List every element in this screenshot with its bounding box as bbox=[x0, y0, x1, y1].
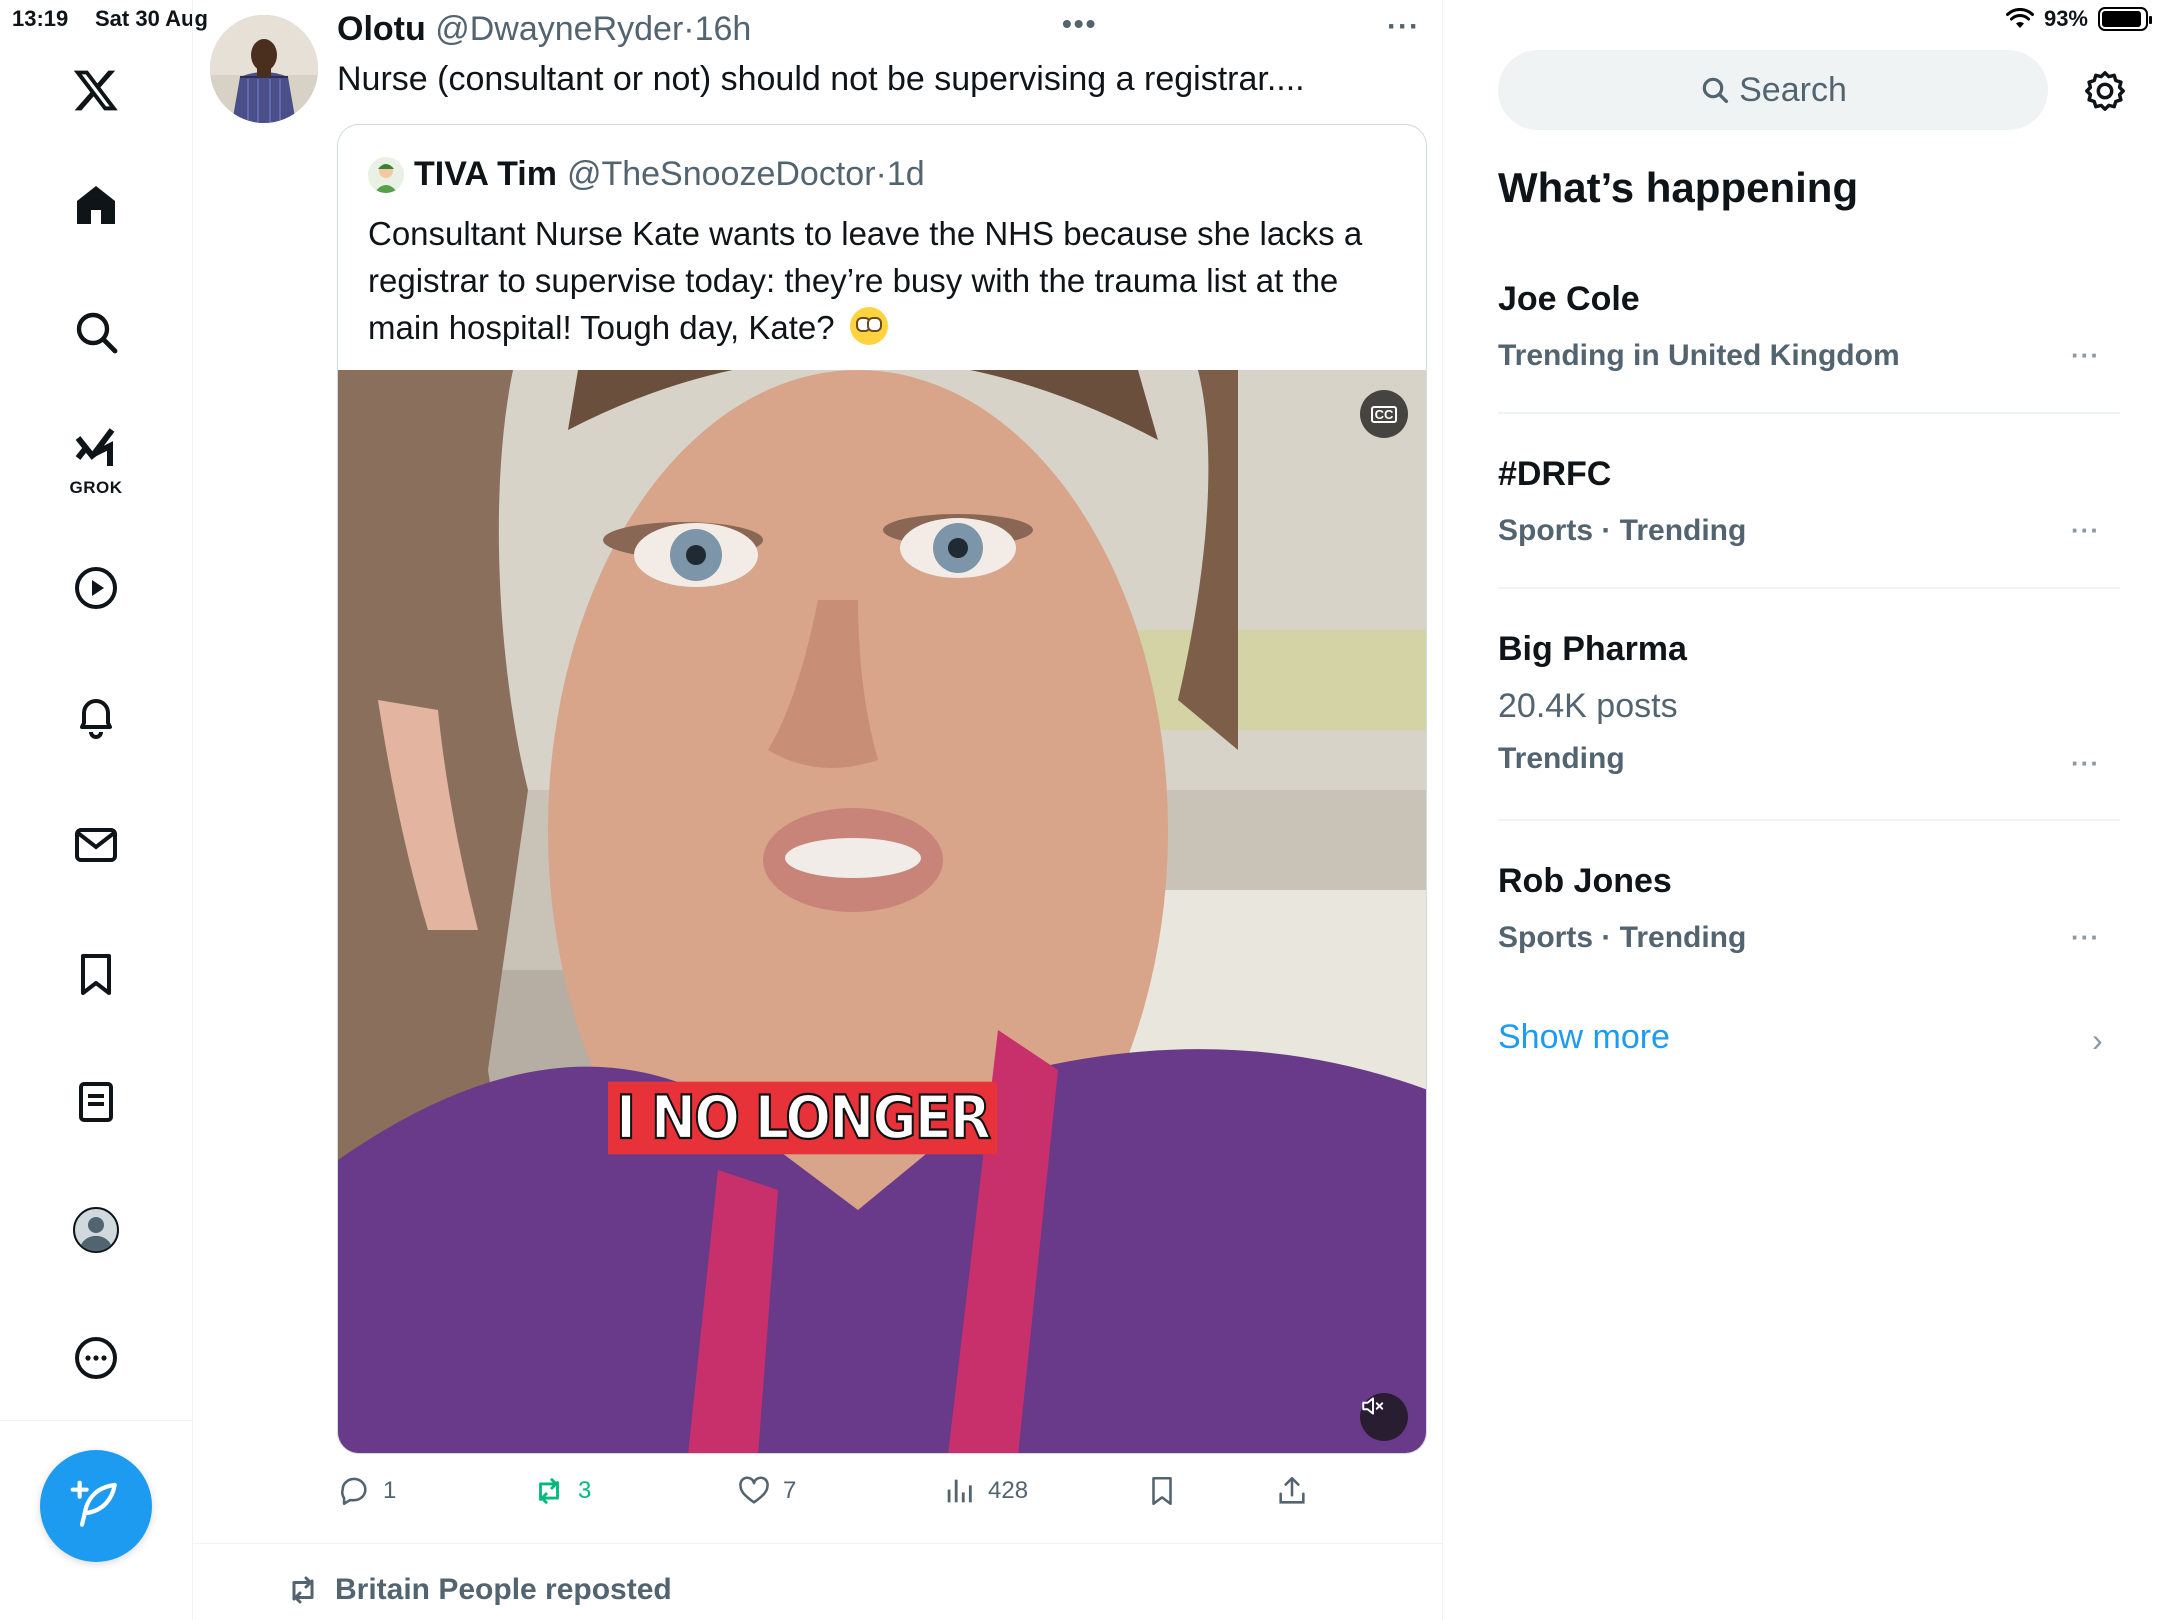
video-frame bbox=[338, 370, 1426, 1453]
trend-more-button[interactable]: ··· bbox=[2071, 922, 2100, 953]
trend-subtitle: Trending bbox=[1498, 742, 1625, 775]
quoted-author-name[interactable]: TIVA Tim bbox=[414, 155, 557, 194]
status-indicators: 93% bbox=[2005, 6, 2152, 32]
search-icon[interactable] bbox=[66, 302, 126, 362]
bookmark-action-icon bbox=[1152, 1476, 1172, 1506]
author-name[interactable]: Olotu bbox=[337, 10, 426, 48]
tweet-actions: 1 3 7 428 bbox=[337, 1474, 1427, 1518]
avatar[interactable] bbox=[210, 15, 318, 123]
trend-more-button[interactable]: ··· bbox=[2071, 340, 2100, 371]
repost-icon bbox=[539, 1478, 559, 1504]
tweet-text: Nurse (consultant or not) should not be … bbox=[337, 60, 1305, 98]
heart-icon bbox=[739, 1476, 769, 1504]
views-button[interactable]: 428 bbox=[942, 1474, 1028, 1508]
share-icon bbox=[1279, 1476, 1305, 1504]
gear-icon[interactable] bbox=[2082, 68, 2128, 114]
repost-button[interactable]: 3 bbox=[532, 1474, 591, 1508]
more-circle-icon[interactable] bbox=[66, 1328, 126, 1388]
search-placeholder: Search bbox=[1739, 70, 1847, 109]
battery-icon bbox=[2098, 7, 2152, 31]
trend-item[interactable]: Rob Jones Sports · Trending ··· bbox=[1498, 862, 2120, 966]
bell-icon[interactable] bbox=[66, 687, 126, 747]
eye-roll-emoji-icon bbox=[849, 307, 888, 345]
trend-title: Big Pharma bbox=[1498, 630, 1687, 668]
speaker-muted-icon bbox=[1362, 1397, 1384, 1415]
trend-more-button[interactable]: ··· bbox=[2071, 515, 2100, 546]
reply-button[interactable]: 1 bbox=[337, 1474, 396, 1508]
share-button[interactable] bbox=[1275, 1474, 1309, 1508]
repost-context-label: Britain People reposted bbox=[335, 1573, 672, 1606]
timeline: Olotu @DwayneRyder·16h ··· Nurse (consul… bbox=[193, 0, 1443, 1620]
tweet-header: Olotu @DwayneRyder·16h bbox=[337, 10, 751, 49]
author-handle[interactable]: @DwayneRyder bbox=[435, 10, 683, 48]
left-nav: GROK bbox=[0, 0, 193, 1620]
section-title: What’s happening bbox=[1498, 164, 1859, 211]
quoted-separator-dot: · bbox=[875, 155, 887, 193]
video-player[interactable]: CC I NO LONGER bbox=[338, 370, 1426, 1453]
profile-icon[interactable] bbox=[66, 1200, 126, 1260]
like-count: 7 bbox=[783, 1477, 797, 1504]
trend-title: #DRFC bbox=[1498, 455, 1612, 493]
search-input-icon bbox=[1702, 77, 1729, 104]
show-more-link[interactable]: Show more bbox=[1498, 1018, 1670, 1057]
nav-divider bbox=[0, 1420, 193, 1421]
bookmark-icon[interactable] bbox=[66, 944, 126, 1004]
quoted-header: TIVA Tim @TheSnoozeDoctor·1d bbox=[368, 155, 925, 194]
trend-subtitle: Sports · Trending bbox=[1498, 514, 1747, 547]
repost-count: 3 bbox=[578, 1477, 592, 1504]
trend-more-button[interactable]: ··· bbox=[2071, 748, 2100, 779]
notes-icon[interactable] bbox=[66, 1072, 126, 1132]
separator-dot: · bbox=[683, 10, 695, 48]
wifi-icon bbox=[2005, 8, 2034, 28]
video-caption: I NO LONGER bbox=[608, 1081, 998, 1155]
grok-icon[interactable] bbox=[66, 420, 126, 480]
mute-button[interactable] bbox=[1360, 1393, 1408, 1441]
repost-context-icon bbox=[292, 1576, 314, 1604]
quoted-avatar[interactable] bbox=[368, 156, 404, 193]
mail-icon[interactable] bbox=[66, 815, 126, 875]
compose-feather-icon bbox=[70, 1480, 117, 1527]
trend-item[interactable]: Joe Cole Trending in United Kingdom ··· bbox=[1498, 280, 2120, 414]
compose-button[interactable] bbox=[40, 1450, 152, 1562]
trend-subtitle: Trending in United Kingdom bbox=[1498, 339, 1900, 372]
bookmark-button[interactable] bbox=[1145, 1474, 1179, 1508]
quoted-text-block: Consultant Nurse Kate wants to leave the… bbox=[368, 210, 1408, 351]
battery-percent: 93% bbox=[2043, 6, 2088, 31]
reply-count: 1 bbox=[383, 1477, 397, 1504]
captions-button[interactable]: CC bbox=[1360, 390, 1408, 438]
grok-label: GROK bbox=[69, 478, 123, 497]
x-logo-icon[interactable] bbox=[66, 60, 126, 120]
home-icon[interactable] bbox=[66, 175, 126, 235]
captions-label: CC bbox=[1370, 405, 1398, 423]
view-count: 428 bbox=[988, 1477, 1029, 1504]
chevron-right-icon: › bbox=[2092, 1022, 2103, 1058]
trend-item[interactable]: Big Pharma 20.4K posts Trending ··· bbox=[1498, 630, 2120, 821]
tweet-more-button[interactable]: ··· bbox=[1387, 10, 1420, 44]
reply-icon bbox=[341, 1477, 367, 1506]
quoted-author-handle[interactable]: @TheSnoozeDoctor bbox=[567, 155, 876, 193]
like-button[interactable]: 7 bbox=[737, 1474, 796, 1508]
views-chart-icon bbox=[947, 1479, 972, 1503]
video-play-icon[interactable] bbox=[66, 558, 126, 618]
quoted-tweet[interactable]: TIVA Tim @TheSnoozeDoctor·1d Consultant … bbox=[337, 124, 1427, 1454]
trend-post-count: 20.4K posts bbox=[1498, 687, 1678, 725]
repost-context[interactable]: Britain People reposted bbox=[285, 1572, 672, 1608]
quoted-time[interactable]: 1d bbox=[887, 155, 925, 193]
trend-title: Joe Cole bbox=[1498, 280, 1640, 318]
trend-title: Rob Jones bbox=[1498, 862, 1672, 900]
trend-item[interactable]: #DRFC Sports · Trending ··· bbox=[1498, 455, 2120, 589]
feed-divider bbox=[193, 1543, 1443, 1544]
trend-subtitle: Sports · Trending bbox=[1498, 921, 1747, 954]
tweet-time[interactable]: 16h bbox=[695, 10, 752, 48]
search-input[interactable]: Search bbox=[1498, 50, 2048, 130]
